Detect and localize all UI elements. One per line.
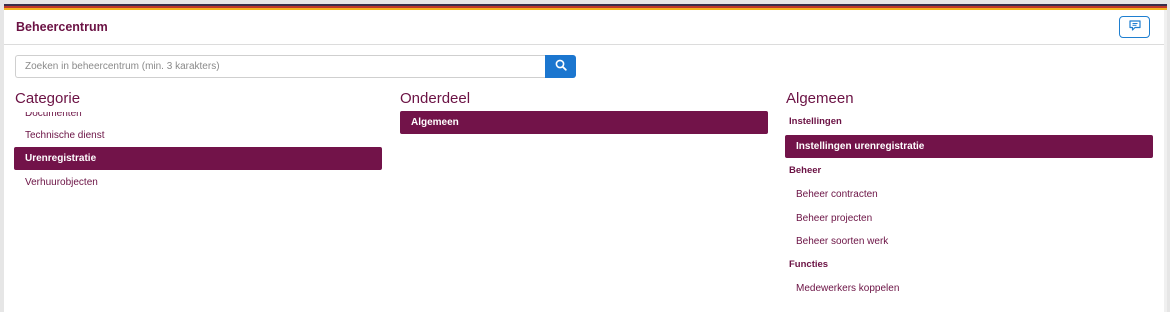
admin-panel: Beheercentrum Categorie Documente (4, 10, 1167, 312)
categorie-list[interactable]: Documenten Technische dienst Urenregistr… (14, 112, 382, 212)
item-instellingen-urenregistratie[interactable]: Instellingen urenregistratie (785, 135, 1153, 158)
category-item-urenregistratie[interactable]: Urenregistratie (14, 147, 382, 170)
item-beheer-projecten[interactable]: Beheer projecten (785, 207, 1153, 230)
feedback-button[interactable] (1119, 16, 1150, 38)
message-icon (1128, 18, 1141, 36)
categorie-title: Categorie (15, 90, 81, 107)
group-header-functies: Functies (789, 259, 829, 270)
search-bar (15, 55, 577, 78)
onderdeel-title: Onderdeel (400, 90, 471, 107)
search-input[interactable] (15, 55, 545, 78)
category-item-technische-dienst[interactable]: Technische dienst (14, 124, 382, 147)
panel-header: Beheercentrum (4, 10, 1167, 45)
item-beheer-contracten[interactable]: Beheer contracten (785, 183, 1153, 206)
algemeen-title: Algemeen (786, 90, 854, 107)
search-button[interactable] (545, 55, 576, 78)
onderdeel-item-algemeen[interactable]: Algemeen (400, 111, 768, 134)
group-header-instellingen: Instellingen (789, 116, 842, 127)
category-item-verhuurobjecten[interactable]: Verhuurobjecten (14, 171, 382, 194)
search-icon (555, 59, 567, 74)
item-medewerkers-koppelen[interactable]: Medewerkers koppelen (785, 277, 1153, 300)
scrollbar[interactable] (1164, 10, 1167, 312)
group-header-beheer: Beheer (789, 165, 822, 176)
item-beheer-soorten-werk[interactable]: Beheer soorten werk (785, 230, 1153, 253)
page-title: Beheercentrum (16, 20, 108, 34)
